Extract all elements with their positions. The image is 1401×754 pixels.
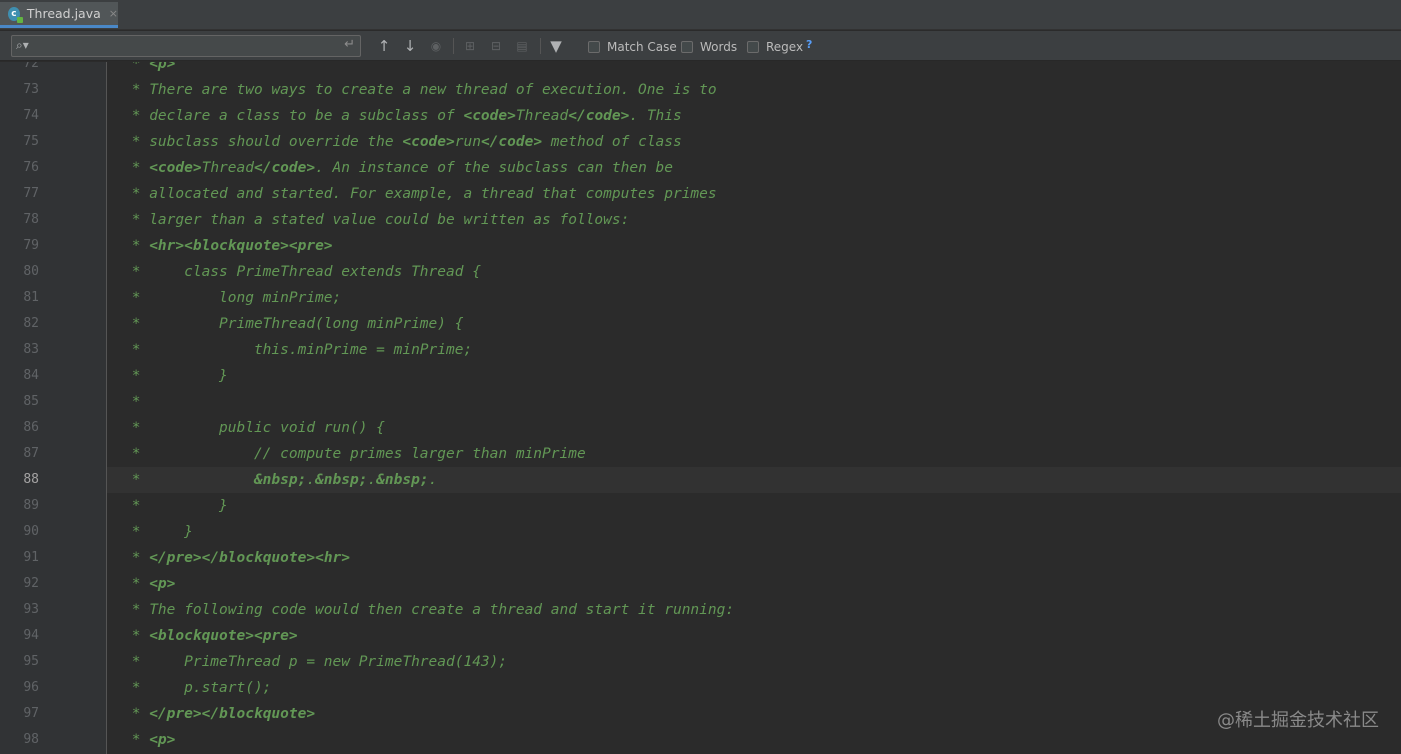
next-occurrence-icon[interactable]: ↓: [400, 36, 420, 56]
line-number: 84: [23, 368, 39, 383]
java-class-icon: c: [8, 6, 23, 23]
line-number: 88: [23, 472, 39, 487]
code-line[interactable]: * subclass should override the <code>run…: [123, 129, 682, 155]
line-number: 94: [23, 628, 39, 643]
code-line[interactable]: * &nbsp;.&nbsp;.&nbsp;.: [123, 467, 438, 493]
line-number: 90: [23, 524, 39, 539]
code-line[interactable]: * <hr><blockquote><pre>: [123, 233, 333, 259]
new-line-icon[interactable]: ↵: [344, 37, 355, 52]
line-number: 76: [23, 160, 39, 175]
match-case-label: Match Case: [607, 40, 677, 54]
code-line[interactable]: * class PrimeThread extends Thread {: [123, 259, 481, 285]
line-number: 85: [23, 394, 39, 409]
previous-occurrence-icon[interactable]: ↑: [374, 36, 394, 56]
close-icon[interactable]: ×: [109, 7, 118, 20]
search-field[interactable]: ⌕▾ ↵: [11, 35, 361, 57]
remove-occurrence-icon[interactable]: ⊟: [486, 36, 506, 56]
code-line[interactable]: * There are two ways to create a new thr…: [123, 77, 717, 103]
code-line[interactable]: *: [123, 389, 141, 415]
line-number: 80: [23, 264, 39, 279]
code-line[interactable]: * PrimeThread p = new PrimeThread(143);: [123, 649, 507, 675]
code-line[interactable]: * <p>: [123, 727, 176, 753]
editor-tab-bar: c Thread.java ×: [0, 0, 1401, 30]
line-number: 92: [23, 576, 39, 591]
code-line[interactable]: * larger than a stated value could be wr…: [123, 207, 630, 233]
regex-help-icon[interactable]: ?: [806, 38, 812, 51]
line-number: 87: [23, 446, 39, 461]
line-number: 75: [23, 134, 39, 149]
words-checkbox[interactable]: Words: [681, 40, 737, 54]
line-number: 93: [23, 602, 39, 617]
checkbox-box[interactable]: [747, 41, 759, 53]
code-line[interactable]: * <p>: [123, 571, 176, 597]
line-number: 86: [23, 420, 39, 435]
code-line[interactable]: * allocated and started. For example, a …: [123, 181, 717, 207]
find-toolbar: ⌕▾ ↵ ↑ ↓ ◉ ⊞ ⊟ ▤ ▼ Match Case Words Rege…: [0, 31, 1401, 61]
search-input[interactable]: [40, 37, 344, 57]
code-line[interactable]: * }: [123, 493, 228, 519]
line-number: 81: [23, 290, 39, 305]
separator: [453, 38, 454, 54]
code-line[interactable]: * PrimeThread(long minPrime) {: [123, 311, 464, 337]
add-occurrence-icon[interactable]: ⊞: [460, 36, 480, 56]
code-line[interactable]: * declare a class to be a subclass of <c…: [123, 103, 682, 129]
regex-label: Regex: [766, 40, 804, 54]
find-all-icon[interactable]: ◉: [426, 36, 446, 56]
line-number: 89: [23, 498, 39, 513]
code-line[interactable]: * p.start();: [123, 675, 272, 701]
line-number: 96: [23, 680, 39, 695]
match-case-checkbox[interactable]: Match Case: [588, 40, 677, 54]
line-number: 78: [23, 212, 39, 227]
code-line[interactable]: * </pre></blockquote>: [123, 701, 315, 727]
code-line[interactable]: * long minPrime;: [123, 285, 342, 311]
code-line[interactable]: * this.minPrime = minPrime;: [123, 337, 472, 363]
tab-thread-java[interactable]: c Thread.java ×: [0, 2, 118, 28]
code-line[interactable]: * }: [123, 363, 228, 389]
code-line[interactable]: * }: [123, 519, 193, 545]
code-line[interactable]: * The following code would then create a…: [123, 597, 734, 623]
line-number: 82: [23, 316, 39, 331]
code-line[interactable]: * <blockquote><pre>: [123, 623, 298, 649]
code-line[interactable]: * </pre></blockquote><hr>: [123, 545, 350, 571]
checkbox-box[interactable]: [681, 41, 693, 53]
regex-checkbox[interactable]: Regex: [747, 40, 803, 54]
line-number: 95: [23, 654, 39, 669]
line-number: 72: [23, 62, 39, 71]
filter-icon[interactable]: ▼: [546, 36, 566, 56]
line-number-gutter: 72 73 74 75 76 77 78 79 80 81 82 83 84 85 86 87 88 89 90 91…: [0, 62, 107, 754]
code-line[interactable]: * public void run() {: [123, 415, 385, 441]
watermark: @稀土掘金技术社区: [1217, 710, 1379, 731]
line-number: 74: [23, 108, 39, 123]
code-editor[interactable]: * <p> * There are two ways to create a n…: [107, 62, 1401, 754]
line-number: 79: [23, 238, 39, 253]
code-line[interactable]: * <p>: [123, 62, 176, 77]
select-all-occurrences-icon[interactable]: ▤: [512, 36, 532, 56]
words-label: Words: [700, 40, 738, 54]
line-number: 98: [23, 732, 39, 747]
separator: [540, 38, 541, 54]
checkbox-box[interactable]: [588, 41, 600, 53]
tab-label: Thread.java: [26, 6, 101, 21]
line-number: 91: [23, 550, 39, 565]
line-number: 77: [23, 186, 39, 201]
code-line[interactable]: * // compute primes larger than minPrime: [123, 441, 586, 467]
code-line[interactable]: * <code>Thread</code>. An instance of th…: [123, 155, 673, 181]
line-number: 83: [23, 342, 39, 357]
line-number: 97: [23, 706, 39, 721]
search-history-icon[interactable]: ⌕▾: [16, 38, 29, 53]
line-number: 73: [23, 82, 39, 97]
